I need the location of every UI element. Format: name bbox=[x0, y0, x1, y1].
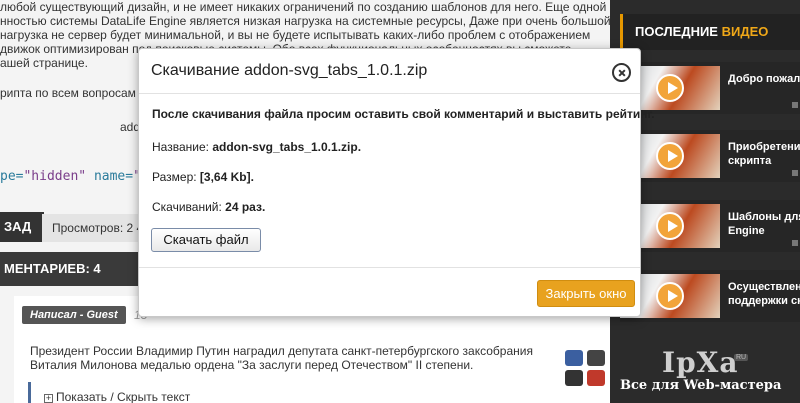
dialog-title: Скачивание addon-svg_tabs_1.0.1.zip bbox=[151, 62, 428, 79]
download-dialog: Скачивание addon-svg_tabs_1.0.1.zip Посл… bbox=[138, 48, 655, 317]
file-name-row: Название: addon-svg_tabs_1.0.1.zip. bbox=[152, 140, 361, 154]
file-name-value: addon-svg_tabs_1.0.1.zip. bbox=[212, 140, 362, 154]
dialog-header: Скачивание addon-svg_tabs_1.0.1.zip bbox=[139, 49, 640, 94]
dialog-intro: После скачивания файла просим оставить с… bbox=[152, 107, 655, 121]
file-size-row: Размер: [3,64 Kb]. bbox=[152, 170, 254, 184]
close-window-button[interactable]: Закрыть окно bbox=[537, 280, 635, 307]
download-count-value: 24 раз. bbox=[225, 200, 266, 214]
download-count-label: Скачиваний: bbox=[152, 200, 222, 214]
file-name-label: Название: bbox=[152, 140, 209, 154]
file-size-label: Размер: bbox=[152, 170, 197, 184]
dialog-footer: Закрыть окно bbox=[139, 267, 640, 316]
download-file-button[interactable]: Скачать файл bbox=[151, 228, 261, 252]
download-count-row: Скачиваний: 24 раз. bbox=[152, 200, 265, 214]
file-size-value: [3,64 Kb]. bbox=[199, 170, 254, 184]
close-icon[interactable] bbox=[612, 63, 631, 82]
